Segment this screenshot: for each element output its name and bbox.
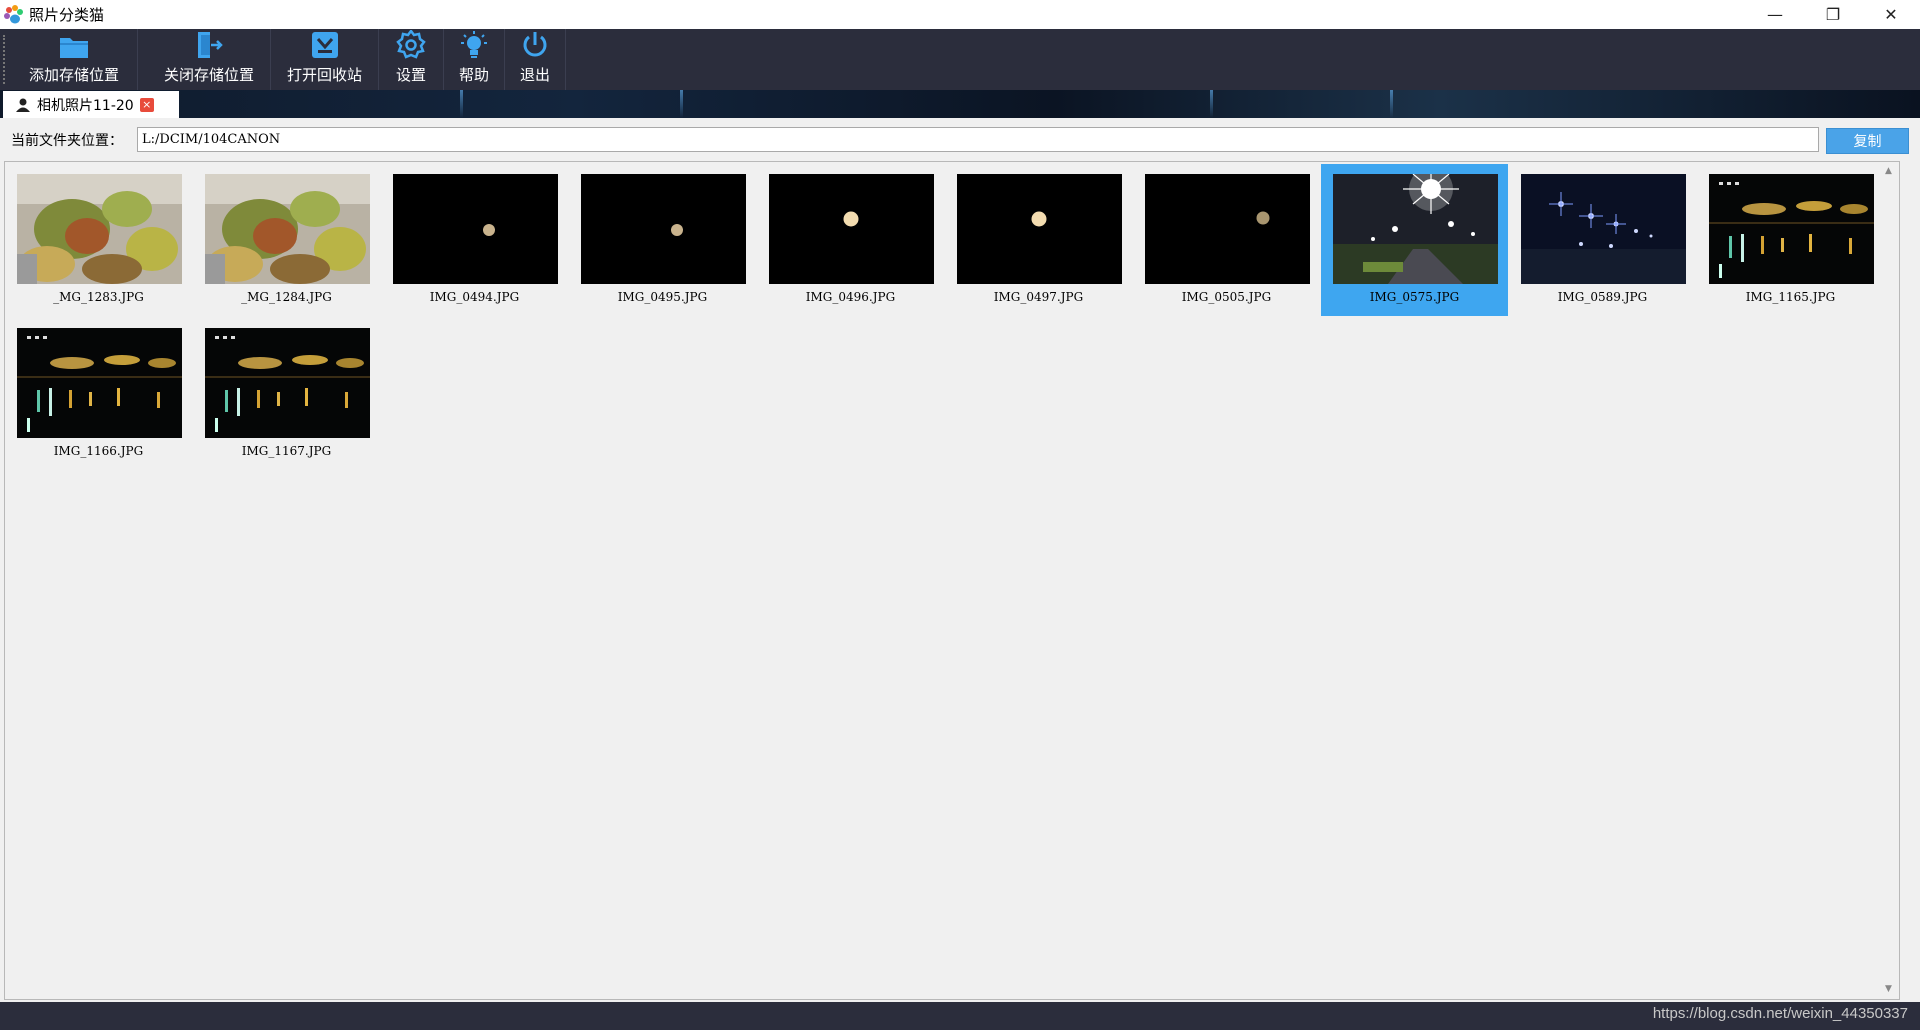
banner-streak [460, 90, 463, 118]
recycle-bin-icon [311, 32, 338, 58]
thumbnail-item[interactable]: IMG_0505.JPG [1133, 164, 1320, 316]
banner-streak [1390, 90, 1393, 118]
open-recycle-bin-button[interactable]: 打开回收站 [271, 29, 380, 90]
thumbnail-filename: IMG_0589.JPG [1557, 290, 1648, 304]
minimize-button[interactable]: — [1746, 0, 1804, 29]
banner-streak [680, 90, 683, 118]
power-icon [523, 32, 547, 57]
thumbnail-item[interactable]: IMG_0575.JPG [1321, 164, 1508, 316]
tool-label: 设置 [396, 66, 427, 84]
thumbnail-image [769, 174, 934, 284]
add-storage-button[interactable]: 添加存储位置 [11, 29, 139, 90]
thumbnail-filename: IMG_0575.JPG [1369, 290, 1460, 304]
thumbnail-item[interactable]: IMG_0497.JPG [945, 164, 1132, 316]
thumbnail-image [1521, 174, 1686, 284]
thumbnail-image [1709, 174, 1874, 284]
tab-label: 相机照片11-20 [37, 97, 134, 114]
tool-label: 打开回收站 [287, 66, 363, 84]
close-window-button[interactable]: ✕ [1862, 0, 1920, 29]
toolbar-grip[interactable] [3, 35, 11, 84]
window-controls: — ❐ ✕ [1746, 0, 1920, 29]
title-bar: 照片分类猫 — ❐ ✕ [0, 0, 1920, 29]
tab-camera-photos[interactable]: 相机照片11-20 × [3, 91, 179, 118]
gear-icon [396, 30, 426, 59]
thumbnail-filename: IMG_0496.JPG [805, 290, 896, 304]
tool-label: 帮助 [459, 66, 490, 84]
thumbnail-image [17, 174, 182, 284]
thumbnail-filename: IMG_0495.JPG [617, 290, 708, 304]
thumbnail-image [1333, 174, 1498, 284]
thumbnail-item[interactable]: _MG_1283.JPG [5, 164, 192, 316]
folder-path-field[interactable]: L:/DCIM/104CANON [137, 127, 1819, 152]
thumbnail-filename: IMG_1166.JPG [53, 444, 144, 458]
restore-button[interactable]: ❐ [1804, 0, 1862, 29]
close-storage-button[interactable]: 关闭存储位置 [138, 29, 272, 90]
tool-label: 添加存储位置 [29, 66, 120, 84]
tab-strip: 相机照片11-20 × [0, 90, 1920, 118]
door-exit-icon [198, 32, 223, 58]
thumbnail-image [957, 174, 1122, 284]
path-bar: 当前文件夹位置： L:/DCIM/104CANON 复制 [0, 118, 1920, 158]
status-bar: https://blog.csdn.net/weixin_44350337 [0, 1002, 1920, 1030]
thumbnail-filename: IMG_0497.JPG [993, 290, 1084, 304]
thumbnail-filename: _MG_1284.JPG [241, 290, 332, 304]
thumbnail-image [17, 328, 182, 438]
path-label: 当前文件夹位置： [11, 133, 123, 149]
thumbnail-image [393, 174, 558, 284]
thumbnail-image [205, 328, 370, 438]
thumbnail-filename: IMG_1167.JPG [241, 444, 332, 458]
thumbnail-image [1145, 174, 1310, 284]
thumbnail-filename: _MG_1283.JPG [53, 290, 144, 304]
thumbnail-image [581, 174, 746, 284]
lightbulb-icon [461, 31, 488, 58]
tool-label: 关闭存储位置 [164, 66, 255, 84]
scroll-down-icon[interactable]: ▼ [1885, 984, 1892, 994]
exit-button[interactable]: 退出 [505, 29, 567, 90]
thumbnail-filename: IMG_1165.JPG [1745, 290, 1836, 304]
settings-button[interactable]: 设置 [379, 29, 445, 90]
folder-add-icon [60, 38, 88, 58]
paw-logo-icon [4, 4, 23, 23]
help-button[interactable]: 帮助 [444, 29, 506, 90]
scroll-up-icon[interactable]: ▲ [1885, 166, 1892, 176]
copy-button[interactable]: 复制 [1826, 128, 1909, 154]
banner-streak [1210, 90, 1213, 118]
window-title: 照片分类猫 [29, 6, 105, 24]
thumbnail-item[interactable]: IMG_0496.JPG [757, 164, 944, 316]
thumbnail-item[interactable]: IMG_1165.JPG [1697, 164, 1884, 316]
thumbnail-item[interactable]: IMG_1166.JPG [5, 318, 192, 470]
tool-label: 退出 [520, 66, 551, 84]
thumbnail-filename: IMG_0494.JPG [429, 290, 520, 304]
watermark: https://blog.csdn.net/weixin_44350337 [1652, 1005, 1908, 1022]
thumbnail-image [205, 174, 370, 284]
vertical-scrollbar[interactable]: ▲ ▼ [1882, 162, 1899, 999]
thumbnail-filename: IMG_0505.JPG [1181, 290, 1272, 304]
thumbnail-item[interactable]: IMG_0494.JPG [381, 164, 568, 316]
thumbnail-item[interactable]: _MG_1284.JPG [193, 164, 380, 316]
tab-close-icon[interactable]: × [139, 97, 154, 112]
thumbnail-item[interactable]: IMG_0589.JPG [1509, 164, 1696, 316]
thumbnail-grid: _MG_1283.JPG _MG_1284.JPG IMG_0494.JPG IMG_… [4, 161, 1900, 1000]
toolbar: 添加存储位置 关闭存储位置 打开回收站 设置 帮助 退出 [0, 29, 1920, 90]
thumbnail-item[interactable]: IMG_0495.JPG [569, 164, 756, 316]
thumbnail-item[interactable]: IMG_1167.JPG [193, 318, 380, 470]
user-silhouette-icon [16, 98, 30, 112]
